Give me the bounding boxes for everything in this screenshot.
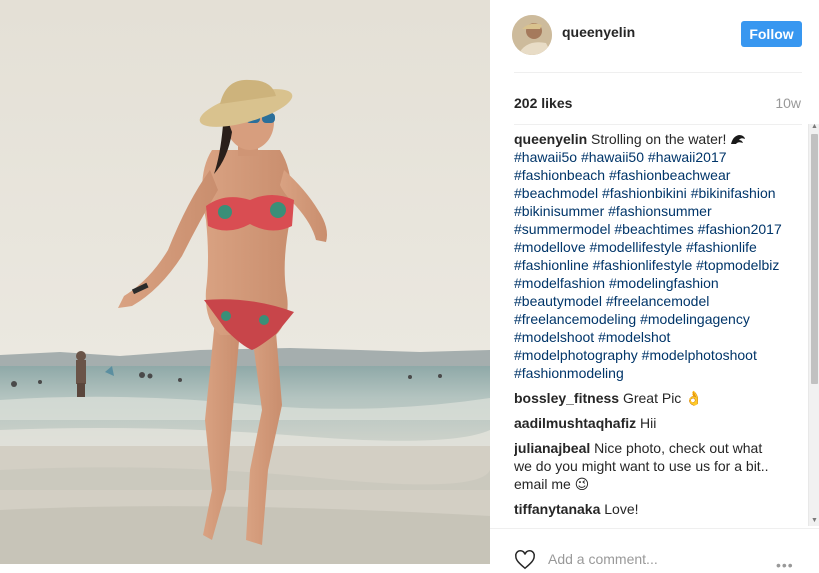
hashtag-link[interactable]: #modellifestyle bbox=[590, 239, 683, 255]
scroll-down-arrow-icon[interactable]: ▼ bbox=[811, 517, 818, 524]
likes-divider bbox=[514, 124, 802, 125]
comment-username[interactable]: julianajbeal bbox=[514, 440, 590, 456]
hashtag-link[interactable]: #fashionsummer bbox=[608, 203, 712, 219]
comments-scrollbar[interactable]: ▲ ▼ bbox=[808, 123, 819, 526]
hashtag-link[interactable]: #beachmodel bbox=[514, 185, 598, 201]
comment-thread: bossley_fitness Great Pic 👌 aadilmushtaqh… bbox=[514, 389, 784, 518]
hashtag-list: #hawaii5o #hawaii50 #hawaii2017 #fashion… bbox=[514, 149, 782, 381]
follow-button[interactable]: Follow bbox=[741, 21, 802, 47]
hashtag-link[interactable]: #modelphotoshoot bbox=[642, 347, 757, 363]
hashtag-link[interactable]: #beautymodel bbox=[514, 293, 602, 309]
hashtag-link[interactable]: #summermodel bbox=[514, 221, 610, 237]
comments-list: queenyelin Strolling on the water! #hawa… bbox=[514, 130, 784, 528]
scroll-up-arrow-icon[interactable]: ▲ bbox=[811, 123, 818, 130]
hashtag-link[interactable]: #fashionbeach bbox=[514, 167, 605, 183]
caption-username[interactable]: queenyelin bbox=[514, 131, 587, 147]
comment-text: Great Pic 👌 bbox=[622, 390, 703, 406]
add-comment-row: ••• bbox=[490, 528, 819, 573]
caption-text: Strolling on the water! bbox=[591, 131, 727, 147]
wave-icon bbox=[731, 135, 746, 144]
comment-username[interactable]: aadilmushtaqhafiz bbox=[514, 415, 636, 431]
comment-item: julianajbeal Nice photo, check out what … bbox=[514, 439, 784, 493]
add-comment-input[interactable] bbox=[548, 551, 728, 567]
hashtag-link[interactable]: #modelingfashion bbox=[609, 275, 719, 291]
hashtag-link[interactable]: #hawaii5o bbox=[514, 149, 577, 165]
hashtag-link[interactable]: #topmodelbiz bbox=[696, 257, 779, 273]
hashtag-link[interactable]: #bikinisummer bbox=[514, 203, 604, 219]
hashtag-link[interactable]: #beachtimes bbox=[614, 221, 693, 237]
hashtag-link[interactable]: #modelshot bbox=[598, 329, 670, 345]
hashtag-link[interactable]: #freelancemodeling bbox=[514, 311, 636, 327]
avatar-image bbox=[512, 15, 552, 55]
likes-count[interactable]: 202 likes bbox=[514, 95, 572, 111]
comment-username[interactable]: bossley_fitness bbox=[514, 390, 619, 406]
hashtag-link[interactable]: #modelfashion bbox=[514, 275, 605, 291]
hashtag-link[interactable]: #fashionbeachwear bbox=[609, 167, 730, 183]
author-username[interactable]: queenyelin bbox=[562, 24, 635, 40]
avatar[interactable] bbox=[512, 15, 552, 55]
more-options-icon[interactable]: ••• bbox=[776, 557, 794, 573]
hashtag-link[interactable]: #fashionline bbox=[514, 257, 589, 273]
hashtag-link[interactable]: #fashion2017 bbox=[698, 221, 782, 237]
comment-item: bossley_fitness Great Pic 👌 bbox=[514, 389, 784, 407]
hashtag-link[interactable]: #hawaii50 bbox=[581, 149, 644, 165]
comment-item: tiffanytanaka Love! bbox=[514, 500, 784, 518]
hashtag-link[interactable]: #modellove bbox=[514, 239, 586, 255]
hashtag-link[interactable]: #fashionlifestyle bbox=[593, 257, 693, 273]
post-side-panel: queenyelin Follow 202 likes 10w queenyel… bbox=[490, 0, 819, 573]
comment-text: Love! bbox=[604, 501, 639, 517]
beach-photo bbox=[0, 0, 490, 564]
hashtag-link[interactable]: #modelingagency bbox=[640, 311, 750, 327]
hashtag-link[interactable]: #modelshoot bbox=[514, 329, 594, 345]
hashtag-link[interactable]: #fashionlife bbox=[686, 239, 757, 255]
comment-item: aadilmushtaqhafiz Hii bbox=[514, 414, 784, 432]
caption: queenyelin Strolling on the water! #hawa… bbox=[514, 130, 784, 382]
post-time[interactable]: 10w bbox=[775, 95, 801, 111]
hashtag-link[interactable]: #freelancemodel bbox=[606, 293, 710, 309]
hashtag-link[interactable]: #bikinifashion bbox=[691, 185, 776, 201]
heart-icon[interactable] bbox=[514, 549, 536, 571]
comment-text: Hii bbox=[640, 415, 657, 431]
hashtag-link[interactable]: #fashionmodeling bbox=[514, 365, 624, 381]
hashtag-link[interactable]: #fashionbikini bbox=[602, 185, 687, 201]
header-divider bbox=[514, 72, 802, 73]
scroll-thumb[interactable] bbox=[811, 134, 818, 384]
hashtag-link[interactable]: #modelphotography bbox=[514, 347, 638, 363]
hashtag-link[interactable]: #hawaii2017 bbox=[648, 149, 727, 165]
comment-username[interactable]: tiffanytanaka bbox=[514, 501, 600, 517]
post-header: queenyelin Follow bbox=[490, 0, 819, 72]
post-photo[interactable] bbox=[0, 0, 490, 564]
